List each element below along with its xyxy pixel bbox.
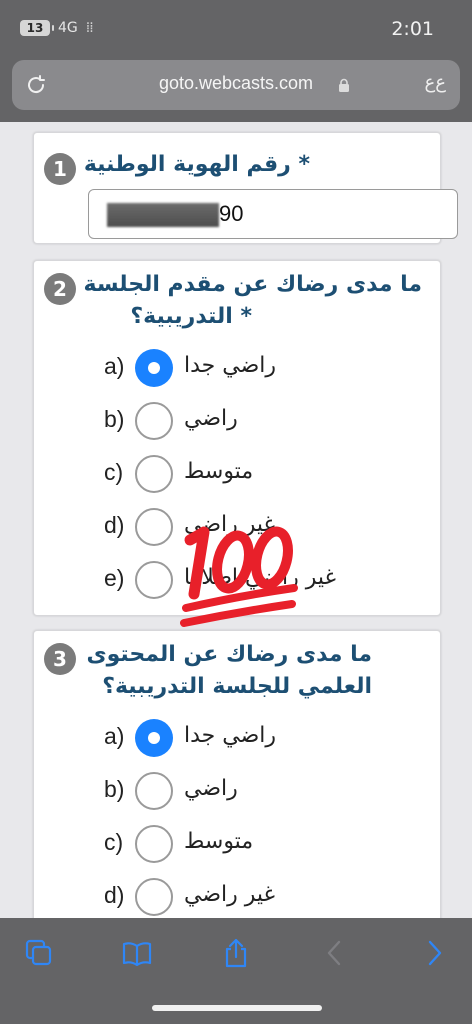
back-icon[interactable] [320,938,350,968]
radio-button-selected[interactable] [135,349,173,387]
question-title-line1: ما مدى رضاك عن المحتوى [86,642,372,667]
radio-button[interactable] [135,878,173,916]
radio-button[interactable] [135,825,173,863]
option-key: e) [104,565,125,591]
option-label[interactable]: راضي [184,406,238,431]
bookmarks-icon[interactable] [122,938,152,968]
option-row[interactable]: b) راضي [34,772,442,812]
network-type: 4G [58,20,78,36]
option-key: b) [104,406,125,432]
option-row[interactable]: a) راضي جدا [34,719,442,759]
option-key: a) [104,723,125,749]
signal-icon: ⁞⁞ [85,20,94,36]
option-key: a) [104,353,125,379]
option-label[interactable]: راضي جدا [184,353,276,378]
option-row[interactable]: b) راضي [34,402,442,442]
question-number: 2 [44,273,76,305]
option-key: d) [104,882,125,908]
tabs-icon[interactable] [24,938,54,968]
option-row[interactable]: d) غير راضي [34,878,442,918]
home-indicator[interactable] [152,1005,322,1011]
radio-button[interactable] [135,455,173,493]
question-title: * رقم الهوية الوطنية [83,152,310,177]
radio-button[interactable] [135,561,173,599]
status-time: 2:01 [391,18,434,40]
question-number: 1 [44,153,76,185]
forward-icon[interactable] [420,938,450,968]
battery-icon: 13 [20,20,54,36]
option-label[interactable]: متوسط [184,459,253,484]
redacted-value [107,203,219,227]
share-icon[interactable] [221,938,251,968]
option-row[interactable]: c) متوسط [34,825,442,865]
option-label[interactable]: راضي جدا [184,723,276,748]
radio-button[interactable] [135,402,173,440]
option-key: c) [104,459,124,485]
question-card-3: 3 ما مدى رضاك عن المحتوى العلمي للجلسة ا… [33,630,441,918]
option-row[interactable]: c) متوسط [34,455,442,495]
option-key: d) [104,512,125,538]
option-key: c) [104,829,124,855]
national-id-visible-value: 90 [219,201,244,226]
radio-button[interactable] [135,508,173,546]
browser-top-chrome: 13 4G ⁞⁞ 2:01 goto.webcasts.com ﻉﻉ [0,0,472,122]
question-number: 3 [44,643,76,675]
question-title-line1: ما مدى رضاك عن مقدم الجلسة [83,272,423,297]
url-text[interactable]: goto.webcasts.com [12,73,460,94]
status-bar-left: 13 4G ⁞⁞ [20,20,94,36]
lock-icon [339,78,349,92]
survey-page: 1 * رقم الهوية الوطنية 90 2 ما مدى رضاك … [0,122,472,918]
option-label[interactable]: غير راضي [184,882,275,907]
option-key: b) [104,776,125,802]
radio-button-selected[interactable] [135,719,173,757]
option-row[interactable]: a) راضي جدا [34,349,442,389]
option-label[interactable]: متوسط [184,829,253,854]
hundred-points-emoji-icon [180,526,298,627]
question-title-line2: العلمي للجلسة التدريبية؟ [102,674,372,699]
question-card-1: 1 * رقم الهوية الوطنية 90 [33,132,458,244]
question-title-line2: * التدريبية؟ [130,304,252,329]
national-id-input[interactable]: 90 [88,189,458,239]
option-label[interactable]: راضي [184,776,238,801]
text-size-button[interactable]: ﻉﻉ [425,72,446,93]
address-bar[interactable]: goto.webcasts.com ﻉﻉ [12,60,460,110]
radio-button[interactable] [135,772,173,810]
